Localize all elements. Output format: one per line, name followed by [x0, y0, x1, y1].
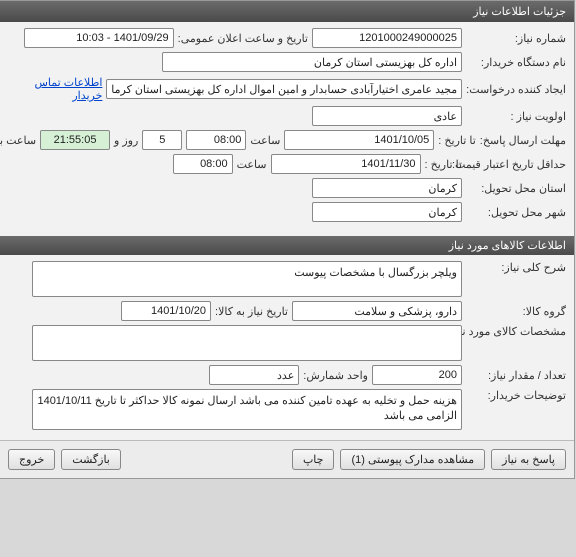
priority-label: اولویت نیاز : — [467, 110, 567, 123]
to-date-label-2: تا تاریخ : — [426, 158, 463, 171]
creator-label: ایجاد کننده درخواست: — [467, 83, 567, 96]
exit-button[interactable]: خروج — [9, 449, 56, 470]
price-validity-label: حداقل تاریخ اعتبار قیمت: — [467, 158, 567, 171]
desc-field[interactable]: ویلچر بزرگسال با مشخصات پیوست — [33, 261, 463, 297]
buyer-notes-field[interactable]: هزینه حمل و تخلیه به عهده تامین کننده می… — [33, 389, 463, 430]
contact-buyer-link[interactable]: اطلاعات تماس خریدار — [9, 76, 103, 102]
announce-datetime-field[interactable] — [25, 28, 175, 48]
hour-label-1: ساعت — [251, 134, 281, 147]
days-and-label: روز و — [115, 134, 139, 147]
delivery-city-field[interactable] — [313, 202, 463, 222]
to-date-label-1: تا تاریخ : — [439, 134, 476, 147]
window: جزئیات اطلاعات نیاز شماره نیاز: تاریخ و … — [0, 0, 576, 479]
qty-field[interactable] — [373, 365, 463, 385]
spec-field[interactable] — [33, 325, 463, 361]
spec-label: مشخصات کالای مورد نیاز: — [467, 325, 567, 338]
print-button[interactable]: چاپ — [293, 449, 336, 470]
unit-field[interactable] — [210, 365, 300, 385]
attachments-button[interactable]: مشاهده مدارک پیوستی (1) — [341, 449, 486, 470]
creator-field[interactable] — [107, 79, 463, 99]
desc-label: شرح کلی نیاز: — [467, 261, 567, 274]
time-remaining-field — [41, 130, 111, 150]
need-number-field[interactable] — [313, 28, 463, 48]
reply-hour-field[interactable] — [187, 130, 247, 150]
spacer — [128, 449, 287, 470]
unit-label: واحد شمارش: — [304, 369, 369, 382]
window-titlebar: جزئیات اطلاعات نیاز — [1, 1, 575, 22]
reply-deadline-label: مهلت ارسال پاسخ: — [481, 134, 567, 147]
delivery-city-label: شهر محل تحویل: — [467, 206, 567, 219]
button-bar: پاسخ به نیاز مشاهده مدارک پیوستی (1) چاپ… — [1, 440, 575, 478]
goods-info-section: شرح کلی نیاز: ویلچر بزرگسال با مشخصات پی… — [1, 255, 575, 440]
announce-label: تاریخ و ساعت اعلان عمومی: — [179, 32, 309, 45]
remaining-label: ساعت باقی مانده — [0, 134, 37, 147]
need-date-field[interactable] — [122, 301, 212, 321]
need-date-label: تاریخ نیاز به کالا: — [216, 305, 289, 318]
reply-date-field[interactable] — [285, 130, 435, 150]
price-validity-hour-field[interactable] — [174, 154, 234, 174]
need-info-section: شماره نیاز: تاریخ و ساعت اعلان عمومی: نا… — [1, 22, 575, 232]
need-number-label: شماره نیاز: — [467, 32, 567, 45]
reply-button[interactable]: پاسخ به نیاز — [492, 449, 567, 470]
group-field[interactable] — [293, 301, 463, 321]
buyer-label: نام دستگاه خریدار: — [467, 56, 567, 69]
goods-header-text: اطلاعات کالاهای مورد نیاز — [450, 240, 567, 252]
days-remaining-field — [143, 130, 183, 150]
window-title: جزئیات اطلاعات نیاز — [474, 6, 567, 18]
delivery-province-field[interactable] — [313, 178, 463, 198]
buyer-notes-label: توضیحات خریدار: — [467, 389, 567, 402]
priority-field[interactable] — [313, 106, 463, 126]
price-validity-date-field[interactable] — [272, 154, 422, 174]
buyer-field[interactable] — [163, 52, 463, 72]
goods-section-header: اطلاعات کالاهای مورد نیاز — [1, 236, 575, 255]
qty-label: تعداد / مقدار نیاز: — [467, 369, 567, 382]
back-button[interactable]: بازگشت — [62, 449, 122, 470]
hour-label-2: ساعت — [238, 158, 268, 171]
delivery-province-label: استان محل تحویل: — [467, 182, 567, 195]
group-label: گروه کالا: — [467, 305, 567, 318]
